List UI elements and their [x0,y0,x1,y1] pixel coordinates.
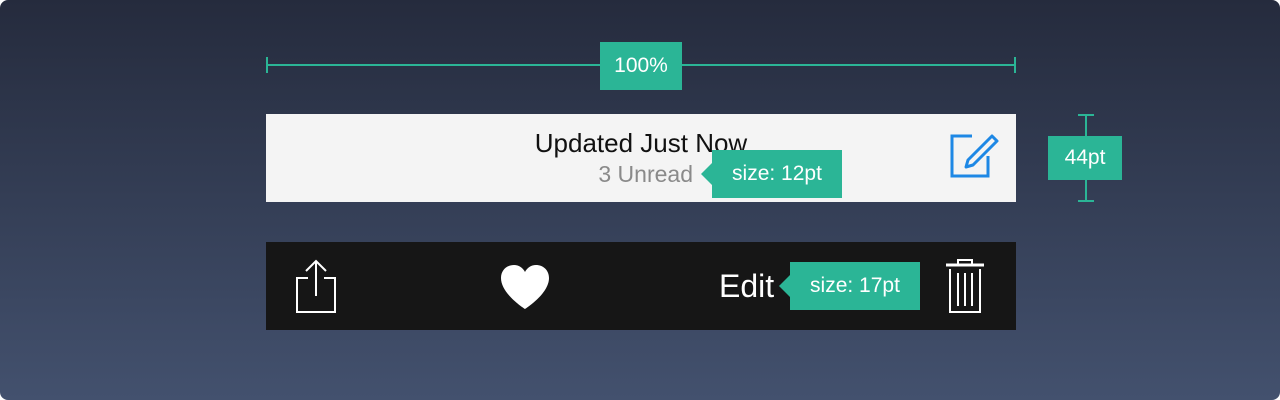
compose-icon[interactable] [948,130,1000,182]
nav-subtitle: 3 Unread [598,161,693,187]
edit-button[interactable]: Edit [719,268,774,305]
subtitle-size-tag: size: 12pt [701,150,842,198]
trash-icon[interactable] [944,258,986,314]
height-label-tag: 44pt [1048,136,1122,180]
width-dimension-cap-right [1014,57,1016,73]
width-label-tag: 100% [600,42,682,90]
navigation-bar: Updated Just Now 3 Unread [266,114,1016,202]
height-dimension-cap-top [1078,114,1094,116]
height-dimension-cap-bottom [1078,200,1094,202]
heart-icon[interactable] [500,264,550,310]
width-dimension-cap-left [266,57,268,73]
share-icon[interactable] [294,258,338,314]
nav-title: Updated Just Now [534,128,748,158]
diagram-canvas: 100% Updated Just Now 3 Unread size: 12p… [0,0,1280,400]
edit-size-tag: size: 17pt [779,262,920,310]
